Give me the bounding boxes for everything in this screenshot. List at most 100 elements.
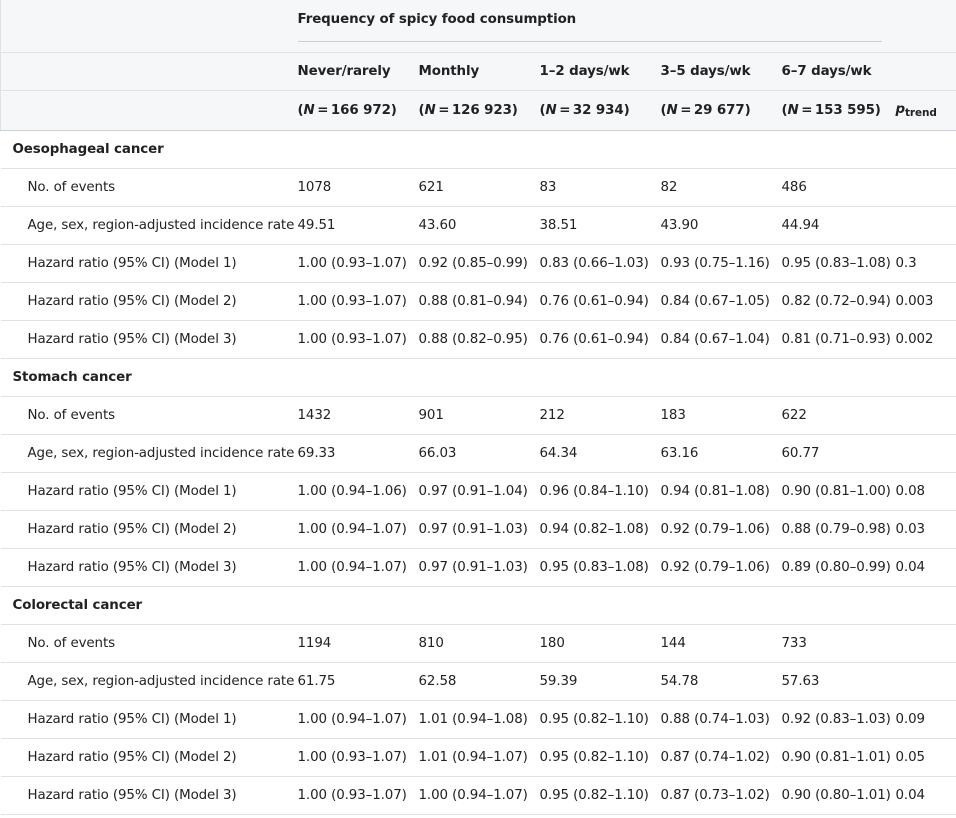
row-label: Hazard ratio (95% CI) (Model 1): [0, 472, 288, 511]
table-cell: 0.82 (0.72–0.94): [771, 282, 891, 321]
table-cell: 0.92 (0.79–1.06): [650, 548, 772, 587]
row-label: Age, sex, region-adjusted incidence rate: [0, 206, 294, 245]
row-label: Age, sex, region-adjusted incidence rate: [0, 662, 294, 701]
sample-size-header: (N = 166 972): [287, 90, 409, 131]
table-cell: 1.00 (0.94–1.07): [287, 700, 409, 739]
section-title: Colorectal cancer: [0, 586, 956, 625]
table-row: Hazard ratio (95% CI) (Model 3) 1.00 (0.9…: [0, 548, 956, 587]
table-cell: 0.76 (0.61–0.94): [529, 282, 651, 321]
table-row: Age, sex, region-adjusted incidence rate…: [0, 206, 956, 245]
table-body: Oesophageal cancer No. of events 1078 621 83…: [0, 130, 956, 815]
header-row-sample-sizes: (N = 166 972) (N = 126 923) (N = 32 934)…: [0, 90, 956, 131]
table-cell: 0.95 (0.82–1.10): [529, 700, 651, 739]
row-label: No. of events: [0, 624, 288, 663]
table-cell: 0.96 (0.84–1.10): [529, 472, 651, 511]
n-close: ): [390, 103, 397, 118]
table-row: No. of events 1078 621 83 82 486: [0, 168, 956, 207]
table-cell: 62.58: [408, 662, 530, 701]
table-cell: 0.95 (0.83–1.08): [771, 244, 891, 283]
table-cell: 60.77: [771, 434, 886, 473]
table-cell: 43.60: [408, 206, 530, 245]
ptrend-header: ptrend: [885, 90, 956, 131]
sample-size-header: (N = 153 595): [771, 90, 886, 131]
table-header: Frequency of spicy food consumption Neve…: [0, 0, 956, 131]
n-equals: =: [677, 103, 694, 118]
table-cell: 901: [408, 396, 530, 435]
table-cell: 1.00 (0.94–1.07): [287, 510, 409, 549]
ptrend-cell: [885, 168, 956, 207]
table-row: Hazard ratio (95% CI) (Model 2) 1.00 (0.9…: [0, 510, 956, 549]
table-cell: 0.97 (0.91–1.03): [408, 510, 530, 549]
ptrend-cell: 0.03: [885, 510, 956, 549]
table-cell: 66.03: [408, 434, 530, 473]
table-cell: 0.88 (0.82–0.95): [408, 320, 530, 359]
n-equals: =: [435, 103, 452, 118]
table-cell: 1.00 (0.93–1.07): [287, 320, 409, 359]
table-cell: 0.88 (0.74–1.03): [650, 700, 772, 739]
row-label: Hazard ratio (95% CI) (Model 1): [0, 700, 288, 739]
row-label: Hazard ratio (95% CI) (Model 3): [0, 320, 288, 359]
column-header: Monthly: [408, 52, 530, 91]
table-cell: 69.33: [287, 434, 409, 473]
table-row: Age, sex, region-adjusted incidence rate…: [0, 434, 956, 473]
table-cell: 0.90 (0.81–1.00): [771, 472, 891, 511]
n-symbol: N: [787, 103, 799, 118]
ptrend-cell: [885, 624, 956, 663]
table-cell: 1.00 (0.93–1.07): [287, 738, 409, 777]
table-row: Hazard ratio (95% CI) (Model 1) 1.00 (0.9…: [0, 472, 956, 511]
n-symbol: N: [545, 103, 557, 118]
table-cell: 1.00 (0.93–1.07): [287, 244, 409, 283]
n-symbol: N: [424, 103, 436, 118]
section-header-row: Oesophageal cancer: [0, 130, 956, 169]
n-close: ): [623, 103, 630, 118]
ptrend-cell: [885, 434, 956, 473]
table-cell: 0.90 (0.81–1.01): [771, 738, 891, 777]
row-label: Hazard ratio (95% CI) (Model 1): [0, 244, 288, 283]
table-cell: 0.88 (0.81–0.94): [408, 282, 530, 321]
n-close: ): [874, 103, 881, 118]
table-cell: 1.00 (0.94–1.07): [287, 548, 409, 587]
table-cell: 54.78: [650, 662, 772, 701]
ptrend-cell: [885, 662, 956, 701]
ptrend-cell: 0.003: [885, 282, 956, 321]
sample-size-header: (N = 126 923): [408, 90, 530, 131]
sample-size-header: (N = 32 934): [529, 90, 651, 131]
table-cell: 1194: [287, 624, 409, 663]
n-symbol: N: [303, 103, 315, 118]
table-cell: 83: [529, 168, 651, 207]
table-cell: 49.51: [287, 206, 409, 245]
table-cell: 44.94: [771, 206, 886, 245]
table-cell: 61.75: [287, 662, 409, 701]
table-cell: 0.92 (0.83–1.03): [771, 700, 891, 739]
header-empty-cell: [0, 0, 288, 53]
section-header-row: Colorectal cancer: [0, 586, 956, 625]
table-cell: 0.94 (0.81–1.08): [650, 472, 772, 511]
row-label: Hazard ratio (95% CI) (Model 3): [0, 548, 288, 587]
ptrend-cell: 0.08: [885, 472, 956, 511]
table-cell: 0.92 (0.79–1.06): [650, 510, 772, 549]
section-title: Stomach cancer: [0, 358, 956, 397]
row-label: Age, sex, region-adjusted incidence rate: [0, 434, 294, 473]
n-value: 29 677: [693, 103, 745, 118]
n-value: 166 972: [330, 103, 391, 118]
table-row: Hazard ratio (95% CI) (Model 3) 1.00 (0.9…: [0, 320, 956, 359]
row-label: Hazard ratio (95% CI) (Model 3): [0, 776, 288, 815]
header-row-labels: Never/rarely Monthly 1–2 days/wk 3–5 day…: [0, 52, 956, 91]
ptrend-cell: 0.04: [885, 548, 956, 587]
n-equals: =: [798, 103, 815, 118]
column-header: 6–7 days/wk: [771, 52, 886, 91]
table-cell: 1.00 (0.94–1.06): [287, 472, 409, 511]
results-table: Frequency of spicy food consumption Neve…: [0, 0, 956, 815]
row-label: No. of events: [0, 168, 288, 207]
table-row: Age, sex, region-adjusted incidence rate…: [0, 662, 956, 701]
table-row: No. of events 1432 901 212 183 622: [0, 396, 956, 435]
column-header: Never/rarely: [287, 52, 409, 91]
column-header: 3–5 days/wk: [650, 52, 772, 91]
row-label: Hazard ratio (95% CI) (Model 2): [0, 510, 288, 549]
table-cell: 180: [529, 624, 651, 663]
ptrend-cell: 0.3: [885, 244, 956, 283]
row-label: No. of events: [0, 396, 288, 435]
table-row: Hazard ratio (95% CI) (Model 2) 1.00 (0.9…: [0, 738, 956, 777]
table-cell: 0.90 (0.80–1.01): [771, 776, 891, 815]
table-cell: 0.84 (0.67–1.05): [650, 282, 772, 321]
